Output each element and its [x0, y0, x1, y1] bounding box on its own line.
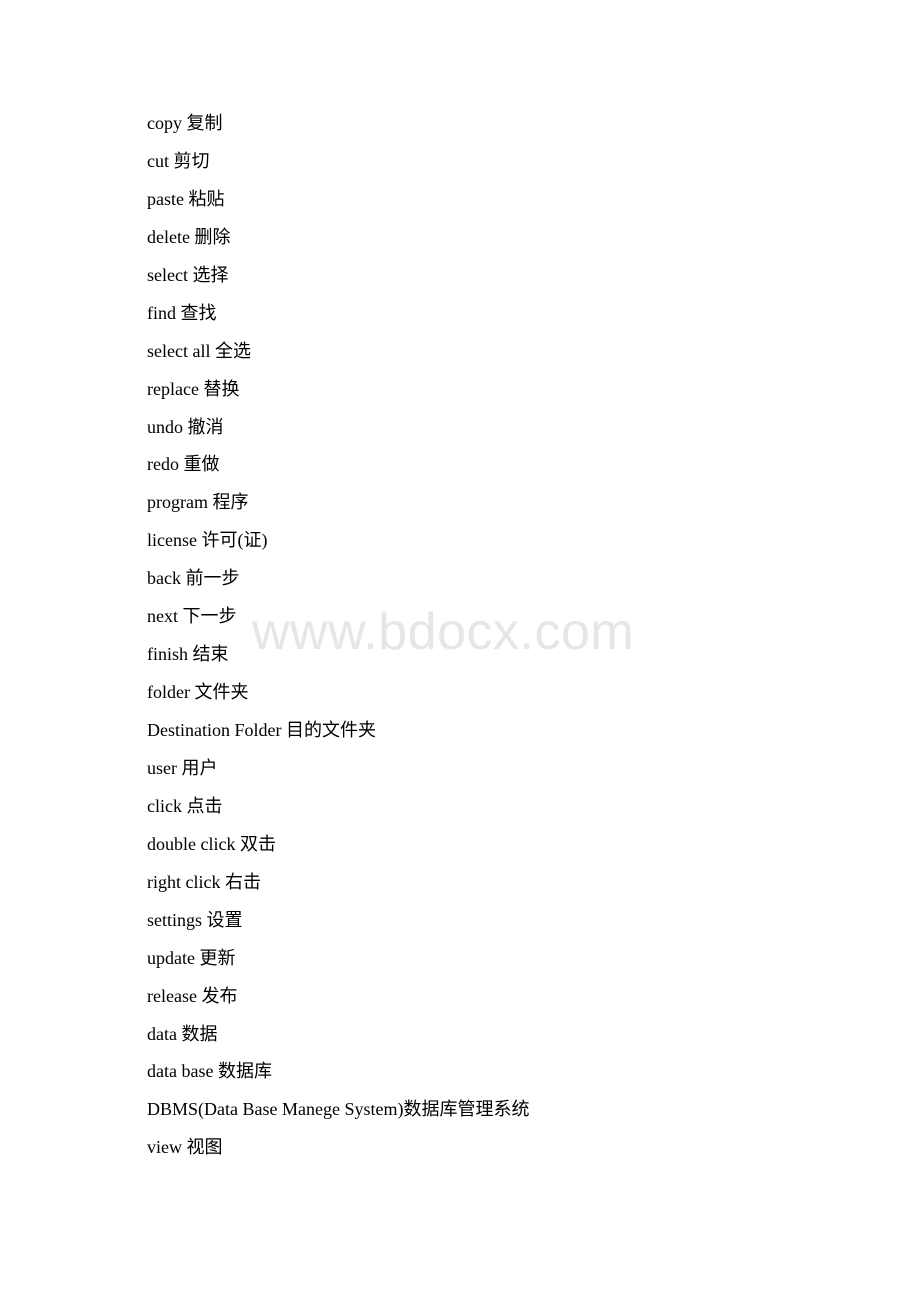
- glossary-entry: settings 设置: [147, 906, 529, 944]
- term-chinese: 数据库: [217, 1061, 272, 1082]
- term-chinese: 设置: [206, 909, 243, 930]
- term-chinese: 右击: [224, 871, 261, 892]
- glossary-entry: select 选择: [147, 261, 529, 299]
- term-english: undo: [147, 416, 183, 437]
- document-page: copy 复制 cut 剪切 paste 粘贴 delete 删除 select 选择 f…: [0, 0, 920, 1302]
- term-english: user: [147, 757, 177, 778]
- term-chinese: 查找: [180, 302, 217, 323]
- glossary-entry: Destination Folder 目的文件夹: [147, 716, 529, 754]
- term-chinese: 替换: [203, 378, 240, 399]
- glossary-entry: select all 全选: [147, 337, 529, 375]
- glossary-entry: folder 文件夹: [147, 678, 529, 716]
- term-chinese: 双击: [239, 833, 276, 854]
- term-chinese: 目的文件夹: [285, 720, 376, 740]
- glossary-entry: redo 重做: [147, 450, 529, 488]
- glossary-list: copy 复制 cut 剪切 paste 粘贴 delete 删除 select 选择 f…: [147, 109, 529, 1171]
- term-english: folder: [147, 682, 190, 703]
- glossary-entry: update 更新: [147, 944, 529, 982]
- term-english: Destination Folder: [147, 720, 282, 740]
- term-chinese: 视图: [186, 1137, 223, 1158]
- term-chinese: 用户: [181, 757, 218, 778]
- glossary-entry: click 点击: [147, 792, 529, 830]
- glossary-entry: data base 数据库: [147, 1057, 529, 1095]
- glossary-entry: replace 替换: [147, 375, 529, 413]
- glossary-entry: program 程序: [147, 488, 529, 526]
- glossary-entry: data 数据: [147, 1020, 529, 1058]
- glossary-entry: right click 右击: [147, 868, 529, 906]
- glossary-entry: release 发布: [147, 982, 529, 1020]
- term-chinese: 剪切: [173, 150, 210, 171]
- term-chinese: 数据: [181, 1023, 218, 1044]
- term-chinese: 更新: [199, 947, 236, 968]
- term-english: program: [147, 492, 208, 513]
- term-english: click: [147, 795, 182, 816]
- term-english: replace: [147, 378, 199, 399]
- term-english: data base: [147, 1061, 214, 1082]
- term-chinese: 重做: [183, 454, 220, 475]
- glossary-entry: find 查找: [147, 299, 529, 337]
- glossary-entry: user 用户: [147, 754, 529, 792]
- term-english: copy: [147, 113, 182, 133]
- term-chinese: 程序: [212, 492, 249, 513]
- term-chinese: 数据库管理系统: [403, 1099, 530, 1120]
- term-english: redo: [147, 454, 179, 475]
- glossary-entry: license 许可(证): [147, 526, 529, 564]
- term-chinese: 粘贴: [188, 188, 225, 209]
- term-english: settings: [147, 909, 203, 930]
- glossary-entry: paste 粘贴: [147, 185, 529, 223]
- glossary-entry: undo 撤消: [147, 413, 529, 451]
- term-chinese: 点击: [186, 795, 223, 816]
- term-english: select: [147, 264, 188, 285]
- term-english: data: [147, 1023, 177, 1044]
- term-english: delete: [147, 226, 190, 247]
- term-english: view: [147, 1137, 182, 1158]
- term-english: next: [147, 606, 178, 627]
- glossary-entry: delete 删除: [147, 223, 529, 261]
- term-chinese: 删除: [194, 226, 231, 247]
- glossary-entry: view 视图: [147, 1133, 529, 1171]
- term-chinese: 许可(证): [201, 530, 268, 551]
- term-chinese: 复制: [186, 113, 223, 133]
- term-english: update: [147, 947, 195, 968]
- term-english: select all: [147, 340, 211, 361]
- glossary-entry: cut 剪切: [147, 147, 529, 185]
- term-english: find: [147, 302, 176, 323]
- term-chinese: 撤消: [187, 416, 224, 437]
- term-english: cut: [147, 150, 169, 171]
- term-english: paste: [147, 188, 184, 209]
- term-english: back: [147, 568, 181, 589]
- term-english: release: [147, 985, 197, 1006]
- term-chinese: 发布: [201, 985, 238, 1006]
- term-english: license: [147, 530, 197, 551]
- term-english: finish: [147, 644, 189, 665]
- term-english: double click: [147, 833, 236, 854]
- glossary-entry: DBMS(Data Base Manege System)数据库管理系统: [147, 1095, 529, 1133]
- term-chinese: 全选: [214, 340, 251, 361]
- term-chinese: 选择: [192, 264, 229, 285]
- term-chinese: 结束: [192, 644, 229, 665]
- term-english: DBMS(Data Base Manege System): [147, 1099, 404, 1120]
- glossary-entry: next 下一步: [147, 602, 529, 640]
- term-chinese: 前一步: [185, 568, 240, 589]
- term-chinese: 下一步: [182, 606, 237, 627]
- term-chinese: 文件夹: [194, 682, 249, 703]
- glossary-entry: finish 结束: [147, 640, 529, 678]
- term-english: right click: [147, 871, 221, 892]
- glossary-entry: back 前一步: [147, 564, 529, 602]
- glossary-entry: double click 双击: [147, 830, 529, 868]
- glossary-entry: copy 复制: [147, 109, 529, 147]
